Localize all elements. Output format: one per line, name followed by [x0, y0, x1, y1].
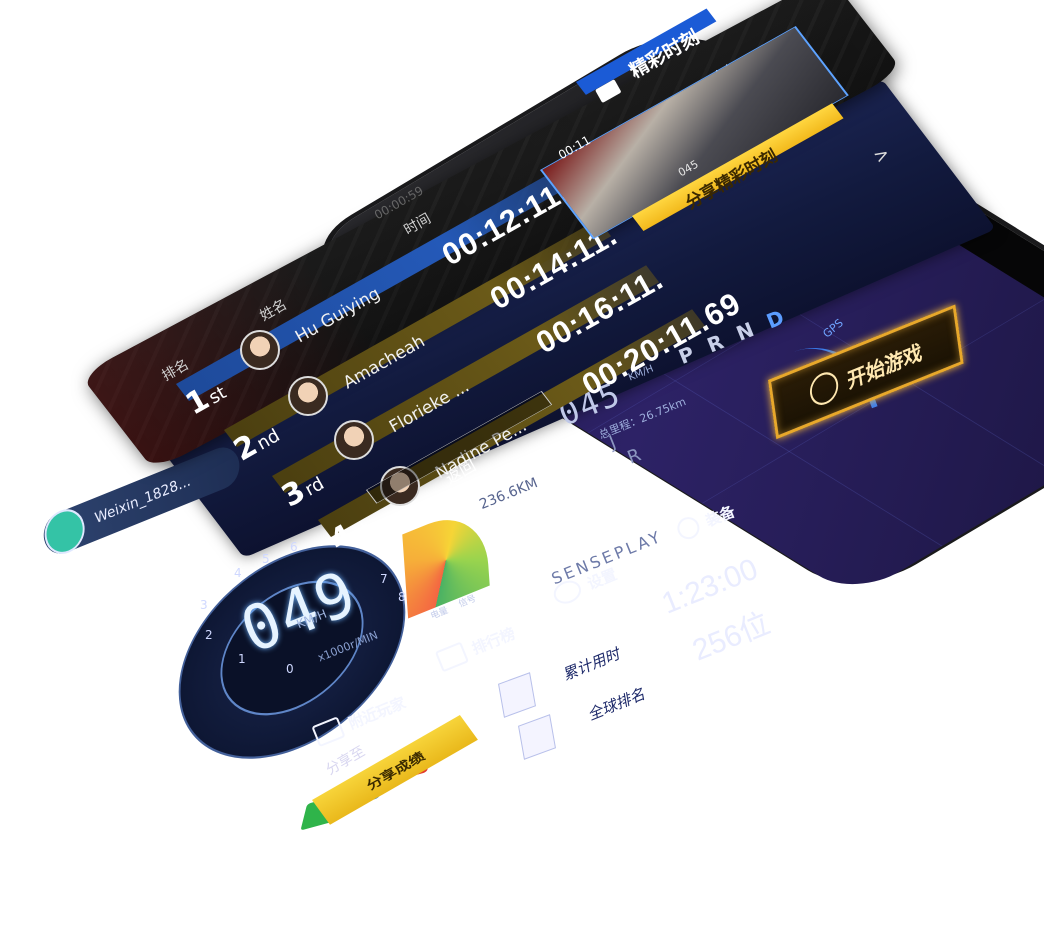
gauge-tick-6: 6	[290, 540, 298, 554]
gauge-tick-8: 8	[398, 590, 406, 604]
avatar	[240, 330, 280, 370]
speedometer-icon	[808, 367, 841, 410]
gauge-tick-5: 5	[262, 552, 270, 566]
gauge-tick-0: 0	[286, 662, 294, 676]
gauge-tick-2: 2	[205, 628, 213, 642]
avatar	[288, 376, 328, 416]
avatar	[334, 420, 374, 460]
gauge-tick-3: 3	[200, 598, 208, 612]
gauge-tick-1: 1	[238, 652, 246, 666]
gauge-tick-4: 4	[234, 566, 242, 580]
gauge-tick-7: 7	[380, 572, 388, 586]
